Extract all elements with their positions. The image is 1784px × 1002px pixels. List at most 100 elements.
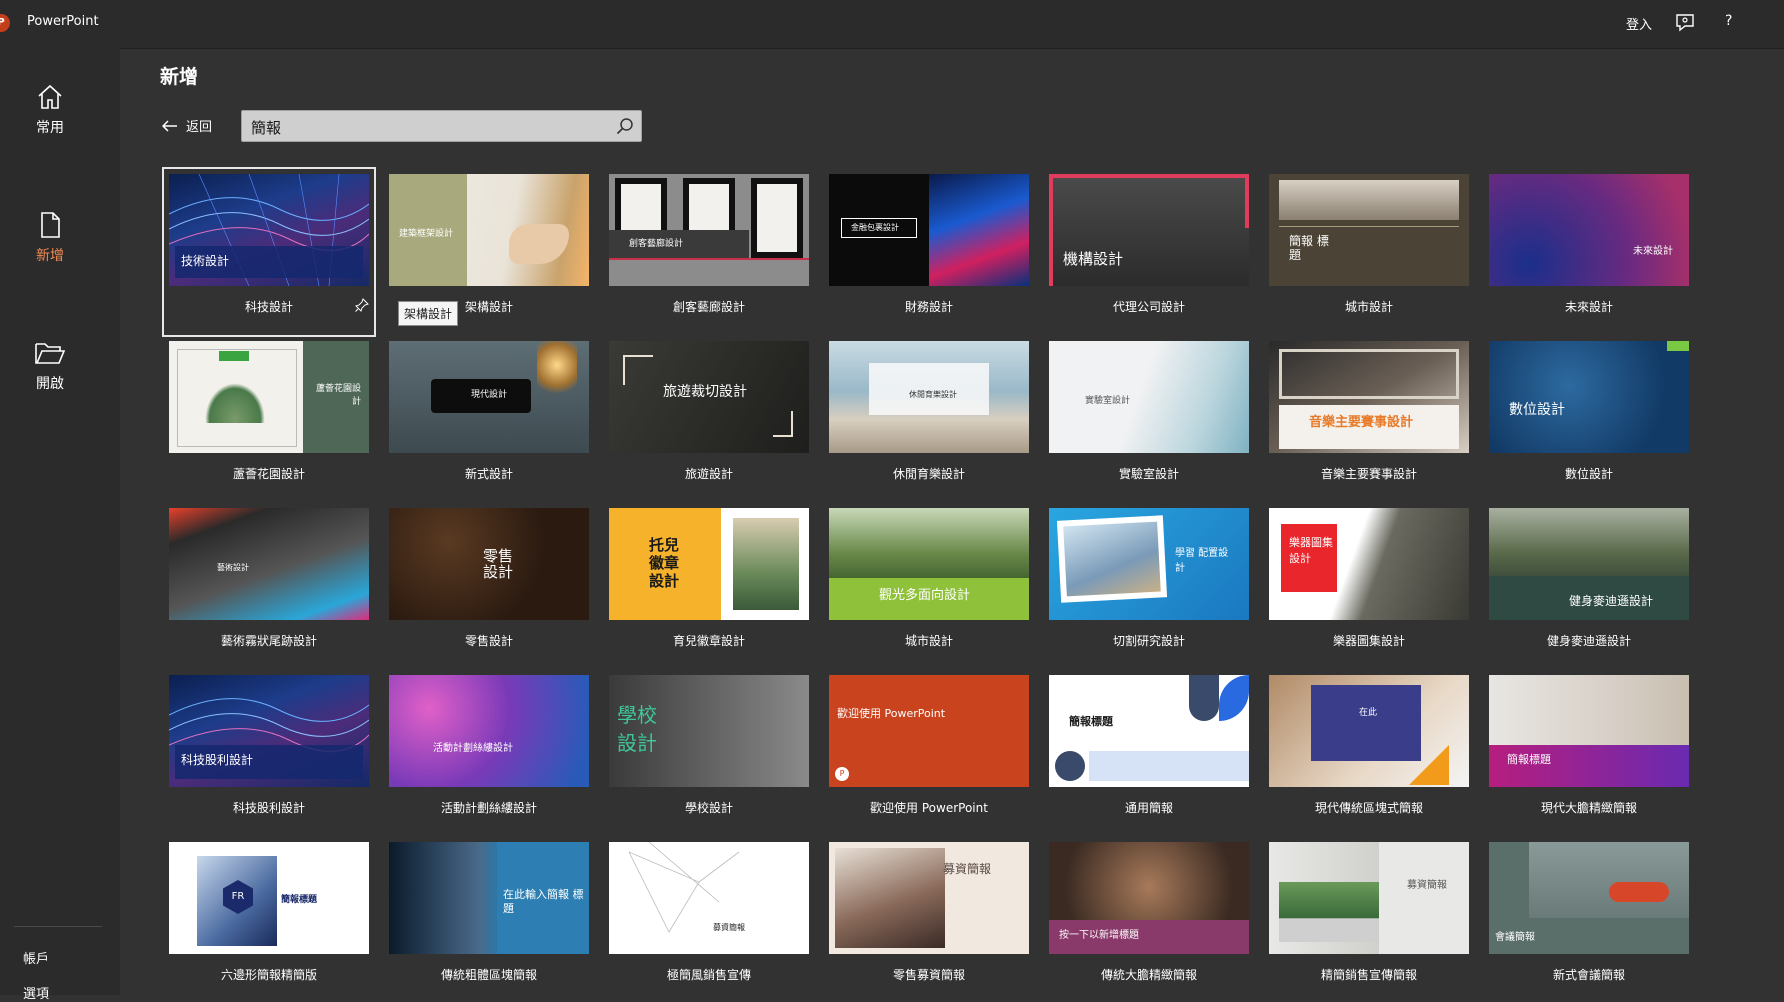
new-document-icon	[41, 212, 60, 238]
template-tile[interactable]: 歡迎使用 PowerPoint P 歡迎使用 PowerPoint	[829, 675, 1029, 831]
feedback-icon[interactable]	[1674, 12, 1696, 34]
search-icon[interactable]	[616, 117, 634, 135]
template-tile[interactable]: 實驗室設計 實驗室設計	[1049, 341, 1249, 497]
back-button[interactable]: 返回	[162, 116, 212, 135]
thumbnail-title: 募資簡報	[1407, 880, 1447, 891]
template-thumbnail: 健身麥迪遜設計	[1489, 508, 1689, 620]
template-tile[interactable]: 創客藝廊設計 創客藝廊設計	[609, 174, 809, 330]
template-tile[interactable]: 簡報 標題 城市設計	[1269, 174, 1469, 330]
thumbnail-title: 簡報標題	[1507, 753, 1551, 766]
template-label: 科技設計	[244, 300, 293, 314]
template-tile[interactable]: 活動計劃絲縷設計 活動計劃絲縷設計	[389, 675, 589, 831]
hand-sketch-graphic	[509, 224, 569, 264]
template-label: 零售設計	[464, 634, 513, 648]
sidebar-item-open[interactable]: 開啟	[0, 339, 100, 419]
template-tile[interactable]: 學校 設計 學校設計	[609, 675, 809, 831]
sidebar-item-options[interactable]: 選項	[23, 983, 49, 1002]
template-search-input[interactable]	[249, 115, 603, 139]
template-label: 休閒育樂設計	[892, 467, 965, 481]
template-tile[interactable]: 募資簡報 極簡風銷售宣傳	[609, 842, 809, 998]
template-tile[interactable]: 機構設計 代理公司設計	[1049, 174, 1249, 330]
help-button[interactable]: ?	[1725, 13, 1732, 29]
template-tile[interactable]: 蘆薈花園設計 蘆薈花園設計	[169, 341, 369, 497]
template-tile[interactable]: 音樂主要賽事設計 音樂主要賽事設計	[1269, 341, 1469, 497]
template-tile[interactable]: 現代設計 新式設計	[389, 341, 589, 497]
pin-icon[interactable]	[355, 298, 369, 312]
template-tile[interactable]: 旅遊裁切設計 旅遊設計	[609, 341, 809, 497]
template-label: 現代傳統區塊式簡報	[1314, 801, 1423, 815]
template-label: 傳統大膽精緻簡報	[1100, 968, 1197, 982]
template-thumbnail: 托兒 徽章 設計	[609, 508, 809, 620]
template-thumbnail: 數位設計	[1489, 341, 1689, 453]
template-tile[interactable]: 學習 配置設計 切割研究設計	[1049, 508, 1249, 664]
template-label: 新式會議簡報	[1552, 968, 1625, 982]
thumbnail-title: 旅遊裁切設計	[663, 384, 747, 400]
thumbnail-title: 蘆薈花園設計	[315, 384, 361, 407]
template-tile[interactable]: 技術設計 科技設計	[162, 167, 376, 337]
thumbnail-title: 募資簡報	[943, 862, 992, 876]
template-tile[interactable]: 未來設計 未來設計	[1489, 174, 1689, 330]
app-title: PowerPoint	[27, 14, 99, 29]
template-tile[interactable]: 觀光多面向設計 城市設計	[829, 508, 1029, 664]
template-tile[interactable]: 零售 設計 零售設計	[389, 508, 589, 664]
template-tile[interactable]: 數位設計 數位設計	[1489, 341, 1689, 497]
template-label: 傳統粗體區塊簡報	[440, 968, 537, 982]
template-thumbnail: 未來設計	[1489, 174, 1689, 286]
sidebar-item-account[interactable]: 帳戶	[23, 948, 49, 967]
sidebar-item-label: 開啟	[36, 376, 64, 392]
thumbnail-title: 實驗室設計	[1085, 396, 1131, 406]
template-tile[interactable]: 募資簡報 零售募資簡報	[829, 842, 1029, 998]
template-thumbnail: 募資簡報	[829, 842, 1029, 954]
template-thumbnail: 技術設計	[169, 174, 369, 286]
template-tile[interactable]: 在此 現代傳統區塊式簡報	[1269, 675, 1469, 831]
template-tile[interactable]: 按一下以新增標題 傳統大膽精緻簡報	[1049, 842, 1249, 998]
template-tile[interactable]: 在此輸入簡報 標題 傳統粗體區塊簡報	[389, 842, 589, 998]
template-tile[interactable]: 科技股利設計 科技股利設計	[169, 675, 369, 831]
template-thumbnail: 在此輸入簡報 標題	[389, 842, 589, 954]
template-tile[interactable]: 托兒 徽章 設計 育兒徽章設計	[609, 508, 809, 664]
thumbnail-title: 現代設計	[471, 390, 508, 400]
template-thumbnail: 音樂主要賽事設計	[1269, 341, 1469, 453]
template-label: 科技股利設計	[232, 801, 305, 815]
thumbnail-title: 技術設計	[181, 254, 230, 268]
template-tile[interactable]: 募資簡報 精簡銷售宣傳簡報	[1269, 842, 1469, 998]
template-label: 財務設計	[904, 300, 953, 314]
template-tile[interactable]: 樂器圖集 設計 樂器圖集設計	[1269, 508, 1469, 664]
template-tile[interactable]: 健身麥迪遜設計 健身麥迪遜設計	[1489, 508, 1689, 664]
template-thumbnail: 募資簡報	[609, 842, 809, 954]
template-thumbnail: 科技股利設計	[169, 675, 369, 787]
template-tile[interactable]: 藝術設計 藝術霧狀尾跡設計	[169, 508, 369, 664]
template-label: 城市設計	[1344, 300, 1393, 314]
title-bar: P PowerPoint 登入 ?	[0, 0, 1784, 49]
sidebar-item-home[interactable]: 常用	[0, 83, 100, 163]
template-label: 蘆薈花園設計	[232, 467, 305, 481]
template-label: 新式設計	[464, 467, 513, 481]
line-art-graphic	[628, 842, 740, 933]
template-tile[interactable]: 簡報標題 現代大膽精緻簡報	[1489, 675, 1689, 831]
template-label: 通用簡報	[1124, 801, 1173, 815]
template-label: 健身麥迪遜設計	[1546, 634, 1631, 648]
template-thumbnail: 按一下以新增標題	[1049, 842, 1249, 954]
thumbnail-title: 按一下以新增標題	[1059, 930, 1139, 941]
template-tile[interactable]: 金融包裹設計 財務設計	[829, 174, 1029, 330]
thumbnail-title: 未來設計	[1633, 246, 1673, 257]
template-tile[interactable]: 會議簡報 新式會議簡報	[1489, 842, 1689, 998]
template-tile[interactable]: FR 簡報標題 六邊形簡報精簡版	[169, 842, 369, 998]
template-thumbnail: 活動計劃絲縷設計	[389, 675, 589, 787]
template-label: 數位設計	[1564, 467, 1613, 481]
back-arrow-icon	[162, 119, 177, 132]
template-tile[interactable]: 休閒育樂設計 休閒育樂設計	[829, 341, 1029, 497]
template-tooltip: 架構設計	[398, 301, 459, 326]
template-search-box[interactable]	[241, 110, 642, 142]
sidebar-item-new[interactable]: 新增	[0, 211, 100, 291]
thumbnail-title: 音樂主要賽事設計	[1309, 415, 1414, 430]
template-label: 藝術霧狀尾跡設計	[220, 634, 317, 648]
sign-in-link[interactable]: 登入	[1626, 14, 1652, 33]
thumbnail-title: 學習 配置設計	[1175, 548, 1229, 574]
template-label: 六邊形簡報精簡版	[220, 968, 317, 982]
template-tile[interactable]: 簡報標題 通用簡報	[1049, 675, 1249, 831]
template-label: 樂器圖集設計	[1332, 634, 1405, 648]
open-folder-icon	[35, 343, 66, 364]
template-thumbnail: 現代設計	[389, 341, 589, 453]
back-label: 返回	[186, 120, 213, 135]
